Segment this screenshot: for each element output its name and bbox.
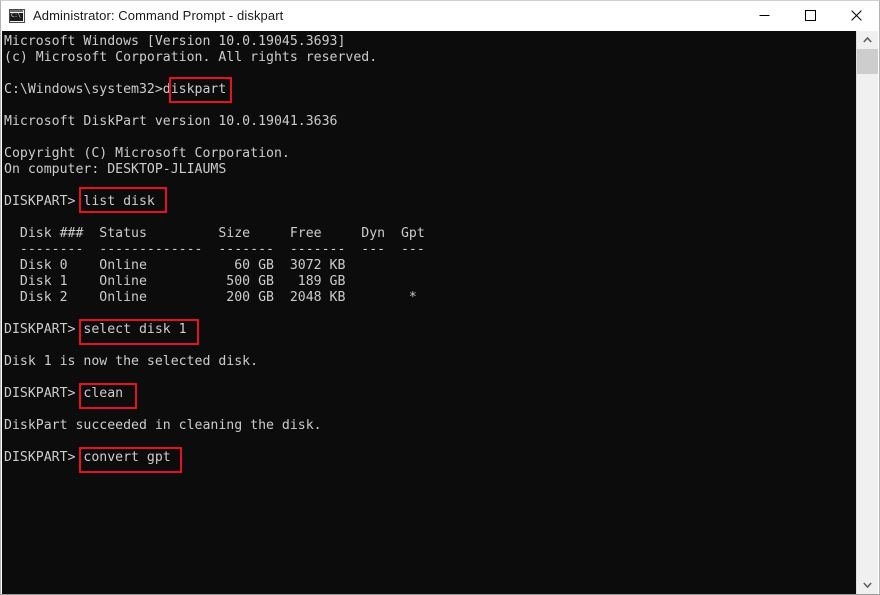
console-bottom-edge (2, 593, 857, 594)
console-line (4, 370, 425, 386)
close-button[interactable] (833, 1, 879, 30)
maximize-button[interactable] (787, 1, 833, 30)
cmd-icon-prompt-text: C:\ (11, 13, 21, 20)
console-line: DISKPART> list disk (4, 194, 425, 210)
console-line (4, 178, 425, 194)
cmd-icon-screen: C:\ (10, 13, 23, 21)
console-line: C:\Windows\system32>diskpart (4, 82, 425, 98)
console-line: -------- ------------- ------- ------- -… (4, 242, 425, 258)
window-controls (741, 1, 879, 30)
chevron-down-icon[interactable] (857, 576, 878, 594)
console-line (4, 130, 425, 146)
console-line: Copyright (C) Microsoft Corporation. (4, 146, 425, 162)
console-line: Disk 1 Online 500 GB 189 GB (4, 274, 425, 290)
scrollbar-thumb[interactable] (857, 49, 878, 74)
console-line: Disk ### Status Size Free Dyn Gpt (4, 226, 425, 242)
console-line (4, 306, 425, 322)
console-line: Disk 2 Online 200 GB 2048 KB * (4, 290, 425, 306)
console-line (4, 434, 425, 450)
title-bar[interactable]: C:\ Administrator: Command Prompt - disk… (1, 1, 879, 31)
minimize-button[interactable] (741, 1, 787, 30)
console-line: (c) Microsoft Corporation. All rights re… (4, 50, 425, 66)
console-line: DiskPart succeeded in cleaning the disk. (4, 418, 425, 434)
cmd-console-icon: C:\ (9, 8, 25, 24)
console-scrollbar[interactable] (856, 31, 878, 594)
console-line: DISKPART> convert gpt (4, 450, 425, 466)
command-prompt-window: C:\ Administrator: Command Prompt - disk… (0, 0, 880, 595)
console-output-area[interactable]: Microsoft Windows [Version 10.0.19045.36… (2, 31, 857, 594)
console-line: Microsoft Windows [Version 10.0.19045.36… (4, 34, 425, 50)
console-line (4, 98, 425, 114)
console-text: Microsoft Windows [Version 10.0.19045.36… (4, 34, 425, 466)
console-line: DISKPART> clean (4, 386, 425, 402)
chevron-up-icon[interactable] (857, 31, 878, 49)
scrollbar-track[interactable] (857, 49, 878, 576)
cmd-icon-titlestripe (10, 10, 23, 12)
console-line (4, 338, 425, 354)
console-line: Microsoft DiskPart version 10.0.19041.36… (4, 114, 425, 130)
console-line: DISKPART> select disk 1 (4, 322, 425, 338)
console-line: Disk 1 is now the selected disk. (4, 354, 425, 370)
console-line: On computer: DESKTOP-JLIAUMS (4, 162, 425, 178)
console-line (4, 66, 425, 82)
console-line: Disk 0 Online 60 GB 3072 KB (4, 258, 425, 274)
console-line (4, 402, 425, 418)
console-line (4, 210, 425, 226)
